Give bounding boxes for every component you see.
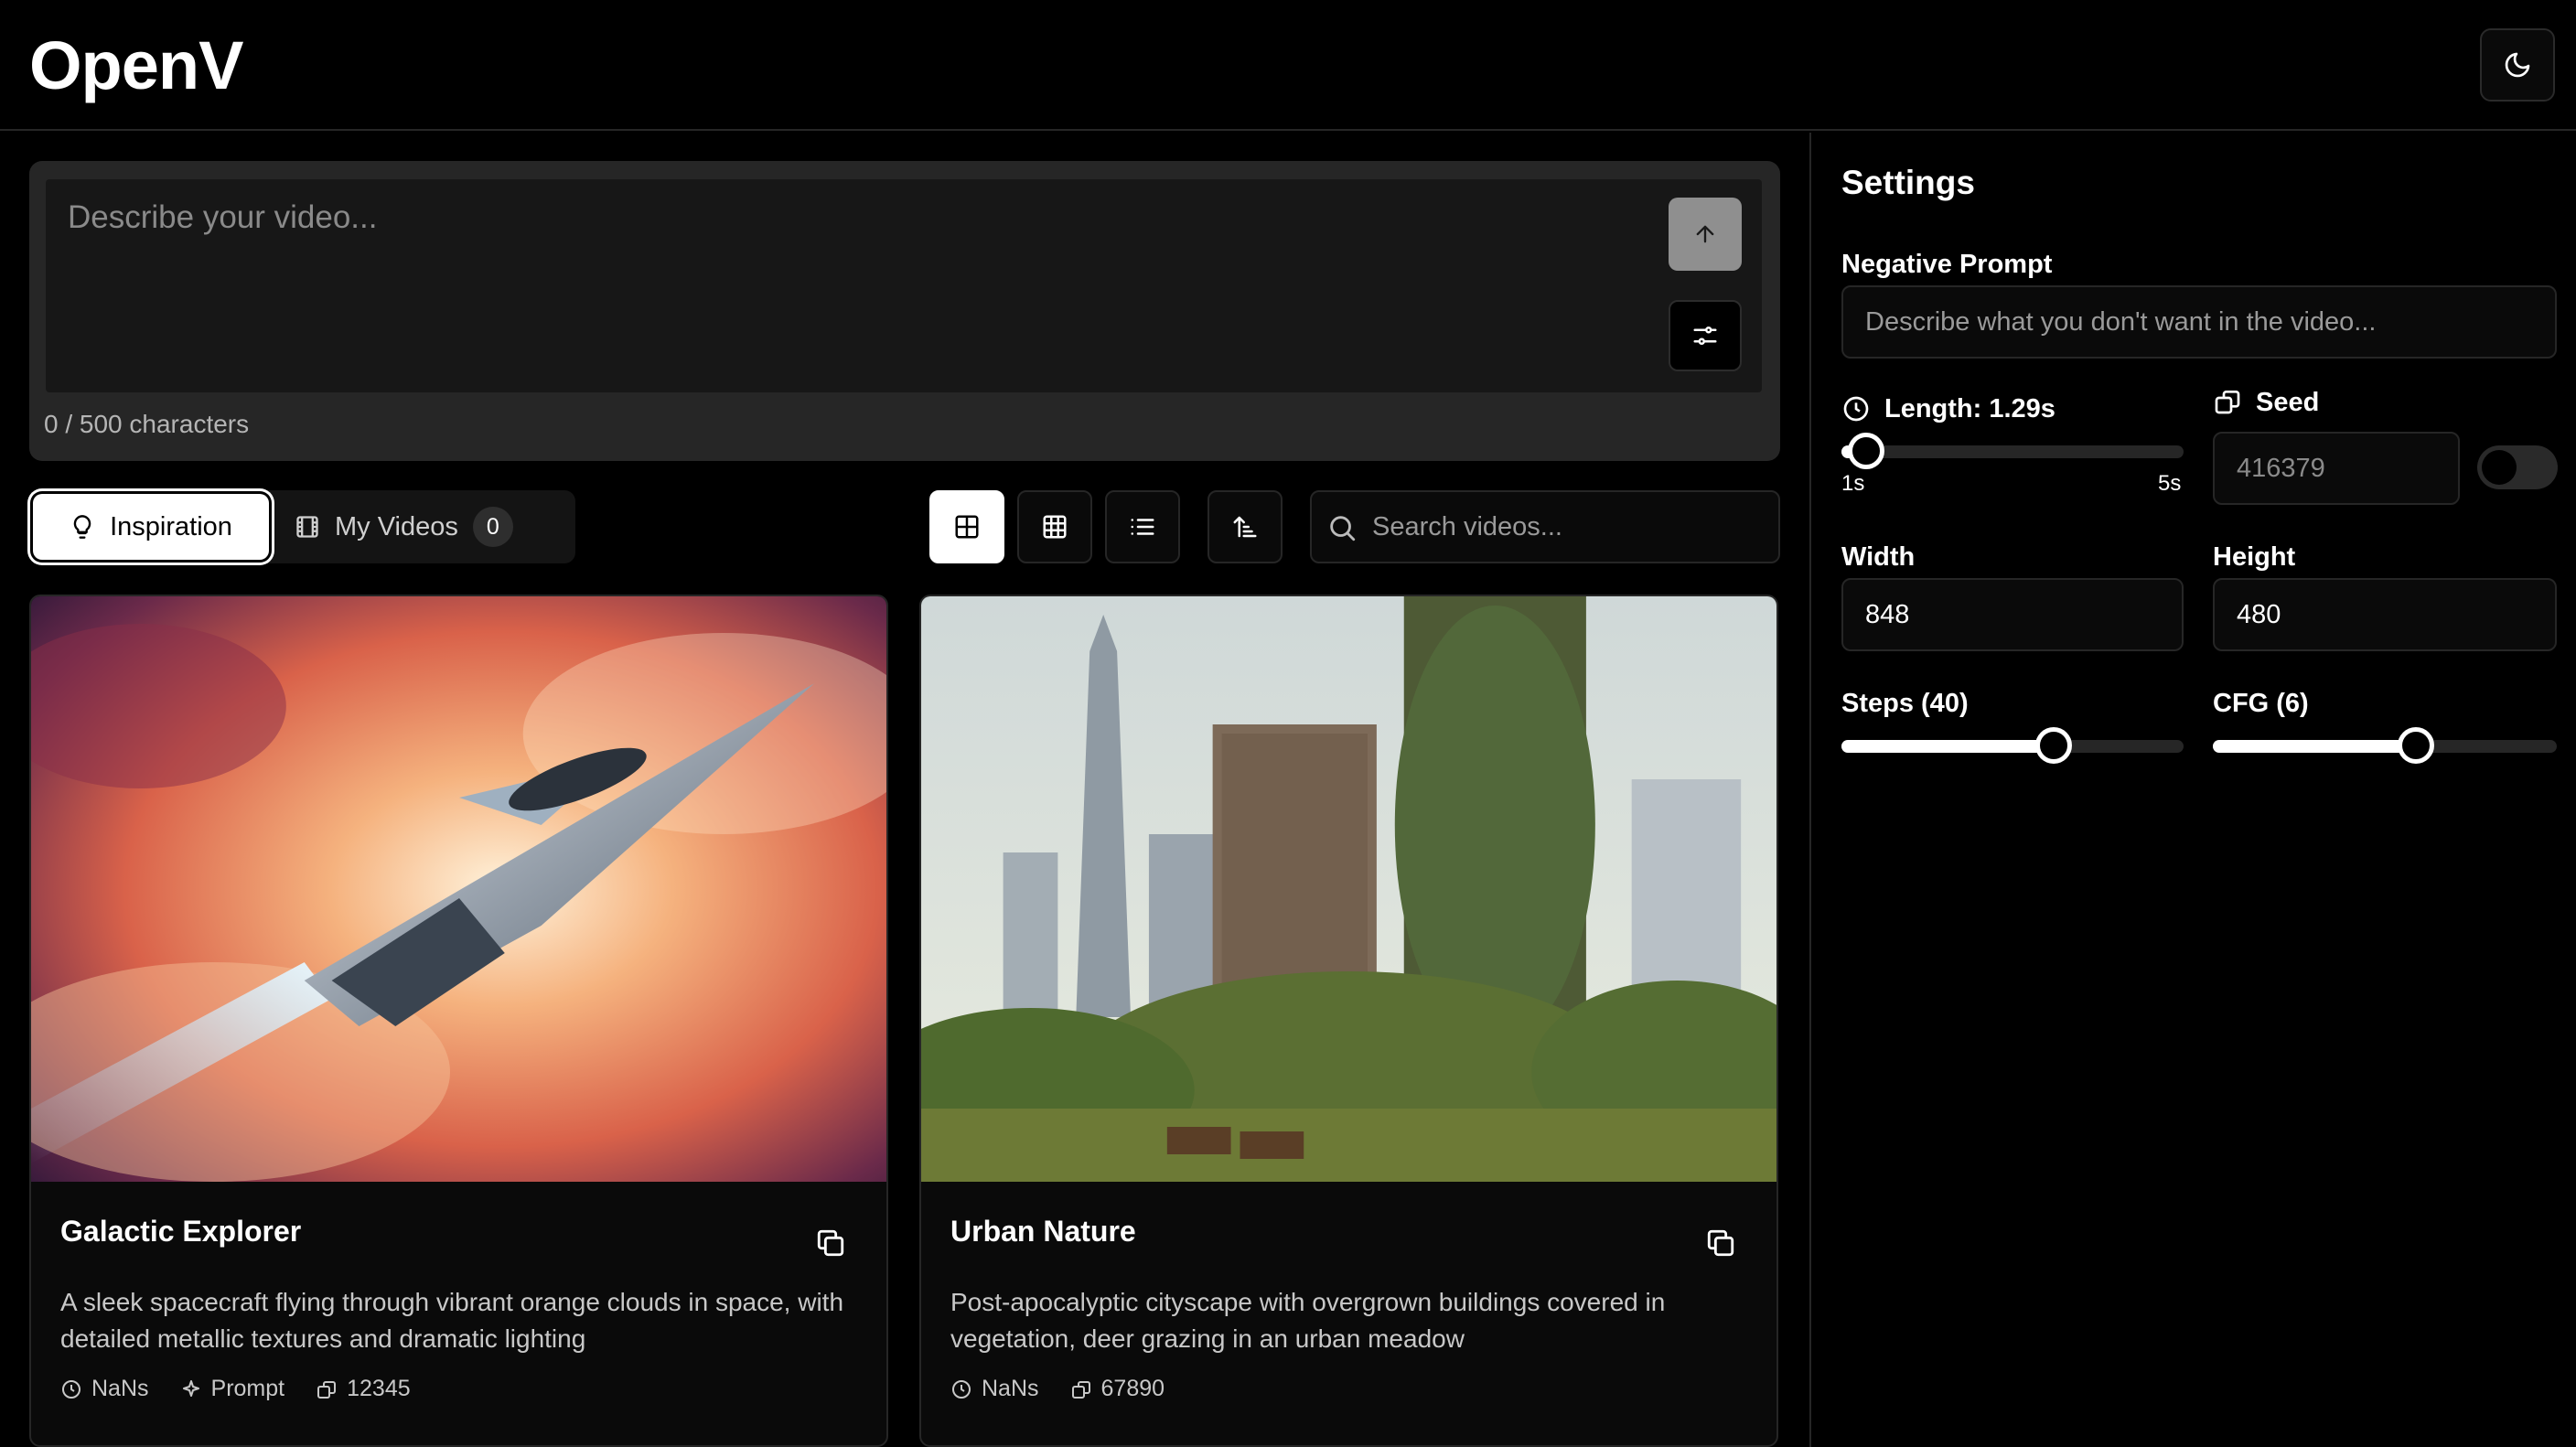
prompt-card: Describe your video... 0 / 500 character…: [29, 161, 1780, 461]
length-min-label: 1s: [1841, 471, 1865, 496]
duration-text: NaNs: [91, 1376, 149, 1401]
steps-slider-thumb[interactable]: [2034, 727, 2072, 764]
seed-text: 12345: [347, 1376, 411, 1401]
steps-slider-fill: [1841, 740, 2054, 753]
cfg-slider[interactable]: [2213, 727, 2557, 764]
tab-bar: Inspiration My Videos 0: [29, 490, 575, 563]
length-slider[interactable]: [1841, 433, 2184, 469]
length-max-label: 5s: [2158, 471, 2182, 496]
settings-panel: Settings Negative Prompt Describe what y…: [1809, 133, 2576, 1447]
submit-button[interactable]: [1669, 198, 1742, 271]
negative-prompt-placeholder: Describe what you don't want in the vide…: [1865, 307, 2377, 337]
sliders-icon: [1693, 327, 1717, 345]
grid-small-icon: [1043, 515, 1067, 539]
toggle-knob: [2482, 450, 2517, 485]
video-thumbnail[interactable]: [31, 596, 886, 1182]
video-thumbnail[interactable]: [921, 596, 1776, 1182]
film-icon: [296, 516, 318, 538]
cfg-slider-fill: [2213, 740, 2416, 753]
copy-icon: [1707, 1229, 1734, 1257]
my-videos-count-badge: 0: [472, 507, 513, 547]
card-title: Urban Nature: [950, 1215, 1136, 1248]
negative-prompt-label: Negative Prompt: [1841, 250, 2053, 279]
app-header: OpenV: [0, 0, 2576, 131]
width-input[interactable]: 848: [1841, 578, 2184, 651]
card-description: Post-apocalyptic cityscape with overgrow…: [950, 1288, 1666, 1353]
prompt-placeholder: Describe your video...: [68, 199, 378, 235]
lightbulb-icon: [73, 515, 91, 539]
prompt-textarea[interactable]: Describe your video...: [46, 179, 1762, 392]
length-slider-thumb[interactable]: [1848, 433, 1885, 469]
duration-meta: NaNs: [950, 1376, 1039, 1402]
view-small-grid-button[interactable]: [1017, 490, 1092, 563]
seed-label: Seed: [2256, 388, 2320, 417]
prompt-tag: Prompt: [180, 1376, 285, 1402]
seed-text: 67890: [1100, 1376, 1165, 1401]
video-card[interactable]: Galactic Explorer A sleek spacecraft fly…: [29, 595, 888, 1447]
copy-prompt-button[interactable]: [1705, 1227, 1736, 1263]
duration-text: NaNs: [982, 1376, 1039, 1401]
width-value: 848: [1865, 600, 1910, 629]
cfg-slider-thumb[interactable]: [2397, 727, 2434, 764]
clock-icon: [1843, 396, 1869, 422]
app-logo: OpenV: [29, 27, 243, 103]
tab-my-videos-label: My Videos: [335, 511, 458, 541]
prompt-tag-text: Prompt: [210, 1376, 285, 1401]
moon-icon: [2505, 52, 2530, 78]
list-icon: [1131, 519, 1154, 535]
dice-icon: [317, 1380, 337, 1399]
card-title: Galactic Explorer: [60, 1215, 302, 1248]
character-count: 0 / 500 characters: [44, 410, 250, 438]
negative-prompt-input[interactable]: Describe what you don't want in the vide…: [1841, 285, 2557, 359]
sparkle-icon: [182, 1379, 199, 1397]
seed-meta: 67890: [1070, 1376, 1165, 1402]
card-meta: NaNs Prompt 12345: [60, 1376, 411, 1402]
seed-input[interactable]: 416379: [2213, 432, 2460, 505]
clock-icon: [62, 1379, 80, 1399]
arrow-up-icon: [1696, 225, 1714, 243]
seed-meta: 12345: [316, 1376, 411, 1402]
height-value: 480: [2237, 600, 2281, 629]
dice-icon: [1071, 1380, 1090, 1399]
card-description: A sleek spacecraft flying through vibran…: [60, 1288, 844, 1353]
cfg-label: CFG (6): [2213, 689, 2309, 718]
view-large-grid-button[interactable]: [929, 490, 1004, 563]
copy-prompt-button[interactable]: [815, 1227, 846, 1263]
seed-value: 416379: [2237, 454, 2325, 483]
sort-icon: [1233, 516, 1257, 538]
tab-inspiration[interactable]: Inspiration: [33, 494, 269, 560]
steps-label: Steps (40): [1841, 689, 1969, 718]
dice-icon: [2215, 391, 2240, 414]
card-meta: NaNs 67890: [950, 1376, 1165, 1402]
search-icon: [1330, 516, 1356, 541]
view-list-button[interactable]: [1105, 490, 1180, 563]
search-placeholder: Search videos...: [1372, 512, 1562, 541]
random-seed-toggle[interactable]: [2477, 445, 2558, 489]
settings-title: Settings: [1841, 164, 1975, 201]
height-label: Height: [2213, 542, 2296, 572]
theme-toggle-button[interactable]: [2480, 28, 2555, 102]
duration-meta: NaNs: [60, 1376, 149, 1402]
grid-large-icon: [955, 515, 979, 539]
tab-inspiration-label: Inspiration: [110, 511, 232, 541]
search-input[interactable]: Search videos...: [1310, 490, 1780, 563]
clock-icon: [952, 1379, 971, 1399]
video-card[interactable]: Urban Nature Post-apocalyptic cityscape …: [919, 595, 1778, 1447]
sort-button[interactable]: [1208, 490, 1283, 563]
steps-slider[interactable]: [1841, 727, 2184, 764]
tab-my-videos[interactable]: My Videos 0: [295, 494, 513, 560]
copy-icon: [817, 1229, 844, 1257]
main-content: Describe your video... 0 / 500 character…: [0, 133, 1809, 1447]
height-input[interactable]: 480: [2213, 578, 2557, 651]
advanced-settings-button[interactable]: [1669, 300, 1742, 371]
width-label: Width: [1841, 542, 1916, 572]
length-label: Length: 1.29s: [1884, 394, 2055, 423]
